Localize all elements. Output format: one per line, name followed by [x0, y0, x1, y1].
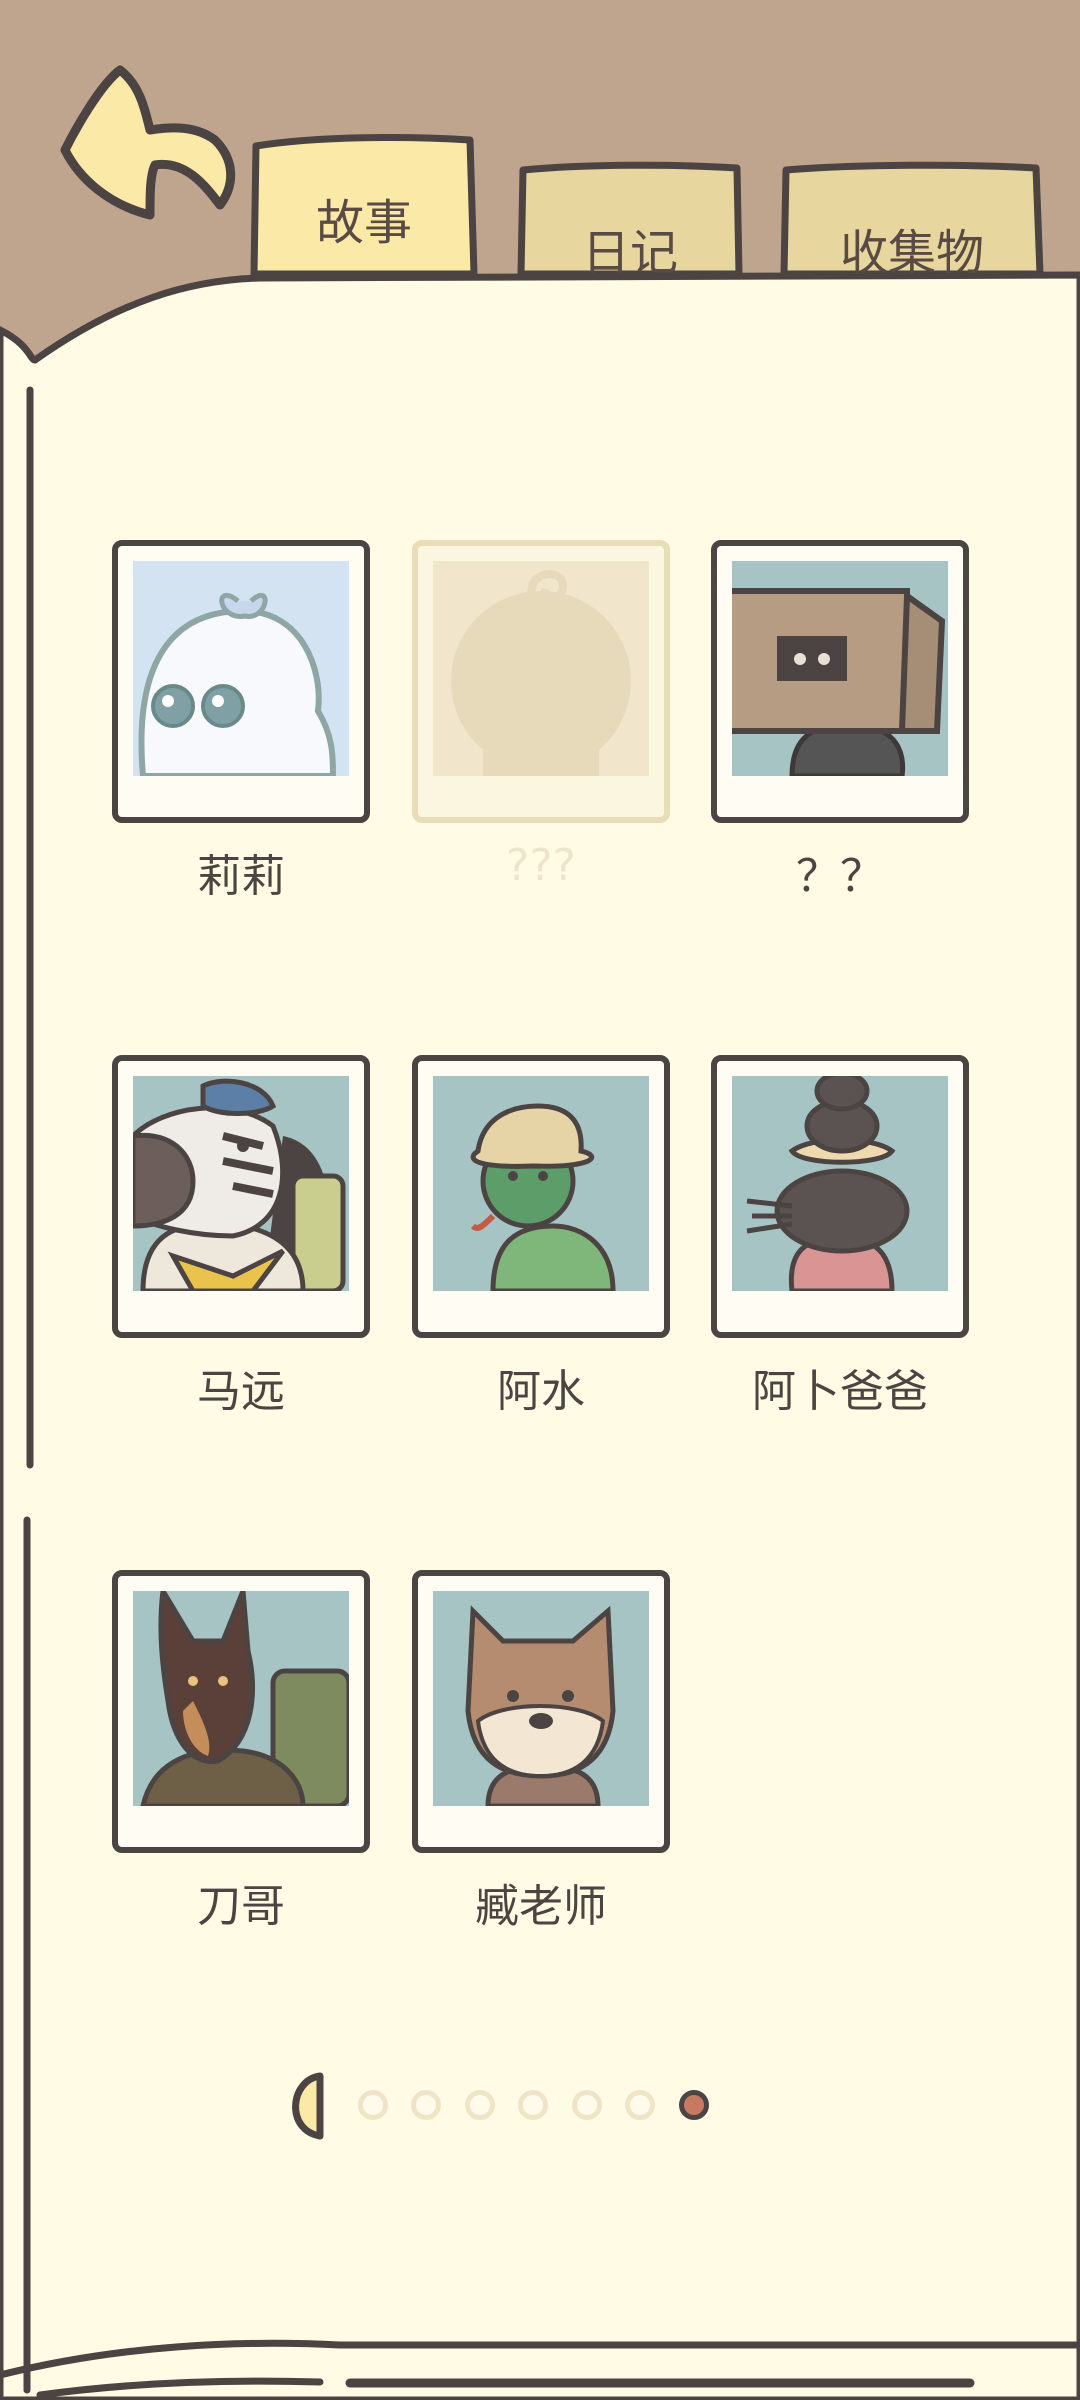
- tab-collection-label: 收集物: [839, 225, 984, 281]
- box-creature-portrait: [732, 561, 948, 776]
- character-name: 马远: [197, 1366, 285, 1417]
- mole-stack-portrait: [732, 1076, 948, 1291]
- back-button[interactable]: [50, 55, 240, 235]
- portrait-frame: [412, 540, 670, 823]
- character-tile-locked[interactable]: ???: [412, 540, 670, 900]
- prev-page-icon[interactable]: [280, 2070, 335, 2142]
- page-dot-3[interactable]: [465, 2090, 495, 2120]
- portrait-frame: [711, 1055, 969, 1338]
- green-frog-hat-portrait: [433, 1076, 649, 1291]
- page-dot-5[interactable]: [572, 2090, 602, 2120]
- tab-diary-label: 日记: [581, 225, 678, 281]
- character-name: ？？: [796, 851, 884, 902]
- ghost-lily-portrait: [133, 561, 349, 776]
- tab-collection[interactable]: 收集物: [778, 158, 1046, 281]
- page-indicator: [280, 2070, 740, 2150]
- page-dot-7[interactable]: [679, 2090, 709, 2120]
- character-name: ???: [505, 840, 577, 891]
- back-arrow-icon: [60, 65, 236, 220]
- character-name: 阿水: [497, 1366, 585, 1417]
- character-tile-abu-father[interactable]: 阿卜爸爸: [711, 1055, 969, 1417]
- character-tile-lily[interactable]: 莉莉: [112, 540, 370, 902]
- shiba-dog-portrait: [433, 1591, 649, 1806]
- portrait-frame: [711, 540, 969, 823]
- tab-story[interactable]: 故事: [248, 128, 480, 278]
- doberman-portrait: [133, 1591, 349, 1806]
- portrait-frame: [112, 1055, 370, 1338]
- character-tile-ashui[interactable]: 阿水: [412, 1055, 670, 1417]
- portrait-frame: [412, 1055, 670, 1338]
- character-name: 臧老师: [475, 1881, 607, 1932]
- character-tile-box-creature[interactable]: ？？: [711, 540, 969, 902]
- page-dot-4[interactable]: [518, 2090, 548, 2120]
- character-tile-teacher-zang[interactable]: 臧老师: [412, 1570, 670, 1932]
- page-dot-6[interactable]: [625, 2090, 655, 2120]
- portrait-frame: [112, 1570, 370, 1853]
- character-name: 阿卜爸爸: [752, 1366, 928, 1417]
- tab-diary[interactable]: 日记: [515, 158, 745, 281]
- portrait-frame: [112, 540, 370, 823]
- portrait-frame: [412, 1570, 670, 1853]
- page-dot-1[interactable]: [358, 2090, 388, 2120]
- character-name: 刀哥: [197, 1881, 285, 1932]
- character-tile-mayuan[interactable]: 马远: [112, 1055, 370, 1417]
- character-tile-daoge[interactable]: 刀哥: [112, 1570, 370, 1932]
- zebra-portrait: [133, 1076, 349, 1291]
- unknown-silhouette-portrait: [433, 561, 649, 776]
- character-name: 莉莉: [197, 851, 285, 902]
- tab-story-label: 故事: [315, 195, 412, 251]
- page-dot-2[interactable]: [411, 2090, 441, 2120]
